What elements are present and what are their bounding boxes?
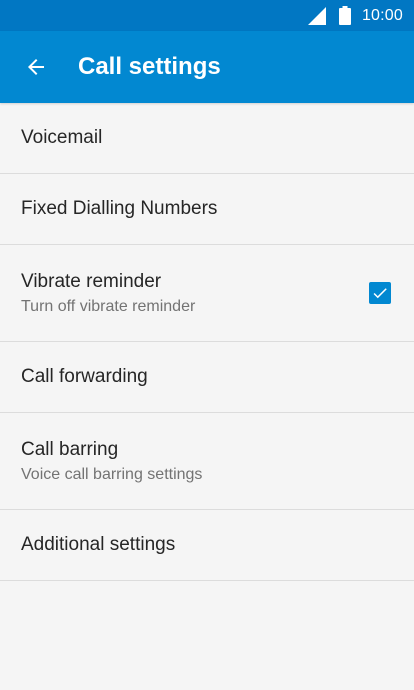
setting-call-barring[interactable]: Call barring Voice call barring settings	[0, 413, 414, 510]
setting-additional-settings[interactable]: Additional settings	[0, 510, 414, 581]
setting-call-forwarding[interactable]: Call forwarding	[0, 342, 414, 413]
app-bar: Call settings	[0, 31, 414, 103]
setting-summary: Voice call barring settings	[21, 465, 203, 483]
battery-icon	[338, 6, 351, 25]
setting-title: Additional settings	[21, 534, 176, 555]
vibrate-reminder-checkbox[interactable]	[369, 282, 391, 304]
setting-title: Call barring	[21, 438, 119, 460]
checkmark-icon	[373, 288, 387, 299]
setting-title: Fixed Dialling Numbers	[21, 198, 218, 219]
setting-fixed-dialling-numbers[interactable]: Fixed Dialling Numbers	[0, 174, 414, 245]
page-title: Call settings	[78, 53, 221, 80]
setting-voicemail[interactable]: Voicemail	[0, 103, 414, 174]
setting-title: Voicemail	[21, 127, 103, 148]
signal-icon	[307, 6, 326, 25]
status-bar: 10:00	[0, 0, 414, 31]
arrow-back-icon	[28, 59, 44, 75]
setting-summary: Turn off vibrate reminder	[21, 297, 196, 315]
setting-title: Vibrate reminder	[21, 270, 162, 292]
setting-vibrate-reminder[interactable]: Vibrate reminder Turn off vibrate remind…	[0, 245, 414, 342]
back-button[interactable]	[0, 31, 72, 103]
setting-title: Call forwarding	[21, 366, 148, 387]
status-time: 10:00	[361, 6, 403, 24]
settings-list: Voicemail Fixed Dialling Numbers Vibrate…	[0, 103, 414, 581]
